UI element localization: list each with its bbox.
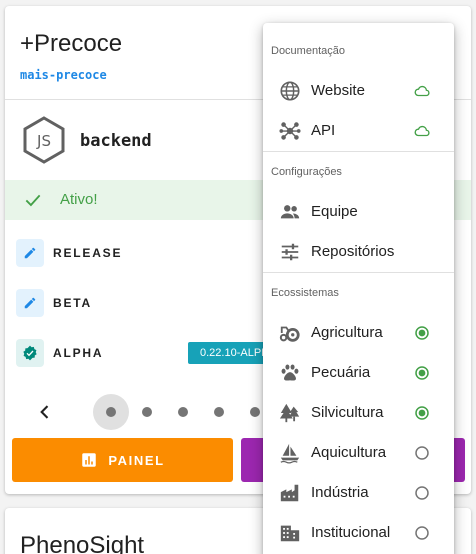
sailing-icon xyxy=(280,443,300,464)
channel-label: ALPHA xyxy=(53,346,104,360)
menu-item-equipe[interactable]: Equipe xyxy=(263,192,454,232)
menu-item-website[interactable]: Website xyxy=(263,71,454,111)
project-menu: Documentação Website API Configurações E… xyxy=(263,23,454,554)
channel-alpha: ALPHA xyxy=(16,339,216,367)
project-title: +Precoce xyxy=(20,30,123,57)
channel-beta: BETA xyxy=(16,289,216,317)
menu-item-institucional[interactable]: Institucional xyxy=(263,513,454,553)
tune-icon xyxy=(281,243,299,261)
menu-item-agricultura[interactable]: Agricultura xyxy=(263,313,454,353)
menu-item-label: Indústria xyxy=(311,484,369,501)
forest-icon xyxy=(279,403,300,423)
menu-item-aquicultura[interactable]: Aquicultura xyxy=(263,433,454,473)
painel-button-label: PAINEL xyxy=(108,452,165,468)
menu-section-header: Documentação xyxy=(271,45,345,57)
menu-item-pecuaria[interactable]: Pecuária xyxy=(263,353,454,393)
radio-checked-icon[interactable] xyxy=(413,324,431,342)
painel-button[interactable]: PAINEL xyxy=(12,438,233,482)
channel-label: RELEASE xyxy=(53,246,123,260)
pager-dot[interactable] xyxy=(250,407,260,417)
check-icon xyxy=(25,194,41,207)
pager-dot[interactable] xyxy=(178,407,188,417)
menu-divider xyxy=(263,151,454,152)
menu-item-label: Repositórios xyxy=(311,243,395,260)
cloud-outline-icon xyxy=(414,85,430,97)
pencil-icon[interactable] xyxy=(16,239,44,267)
agriculture-icon xyxy=(279,326,300,342)
pager-dot[interactable] xyxy=(142,407,152,417)
menu-item-label: Institucional xyxy=(311,524,391,541)
menu-divider xyxy=(263,272,454,273)
chart-bar-icon xyxy=(82,453,97,467)
globe-icon xyxy=(280,81,300,101)
channel-release: RELEASE xyxy=(16,239,216,267)
project-slug: mais-precoce xyxy=(20,68,107,82)
menu-item-label: Agricultura xyxy=(311,324,383,341)
status-text: Ativo! xyxy=(60,191,98,208)
chevron-left-icon[interactable] xyxy=(35,402,55,422)
menu-section-header: Ecossistemas xyxy=(271,287,339,299)
menu-item-label: Silvicultura xyxy=(311,404,384,421)
pager-dot[interactable] xyxy=(214,407,224,417)
menu-item-silvicultura[interactable]: Silvicultura xyxy=(263,393,454,433)
menu-item-label: Website xyxy=(311,82,365,99)
menu-item-repositorios[interactable]: Repositórios xyxy=(263,232,454,272)
cloud-outline-icon xyxy=(414,125,430,137)
radio-unchecked-icon[interactable] xyxy=(413,484,431,502)
svg-text:JS: JS xyxy=(36,132,51,150)
menu-item-api[interactable]: API xyxy=(263,111,454,151)
building-icon xyxy=(280,525,300,542)
verified-badge-icon xyxy=(16,339,44,367)
menu-section-header: Configurações xyxy=(271,166,342,178)
menu-item-label: Pecuária xyxy=(311,364,371,381)
menu-item-label: Aquicultura xyxy=(311,444,387,461)
service-name: backend xyxy=(80,131,152,151)
menu-item-industria[interactable]: Indústria xyxy=(263,473,454,513)
channel-label: BETA xyxy=(53,296,92,310)
radio-checked-icon[interactable] xyxy=(413,404,431,422)
nodejs-icon: JS xyxy=(23,116,65,164)
project-title: PhenoSight xyxy=(20,532,145,554)
menu-item-label: Equipe xyxy=(311,203,358,220)
people-icon xyxy=(280,205,300,219)
radio-unchecked-icon[interactable] xyxy=(413,444,431,462)
pencil-icon[interactable] xyxy=(16,289,44,317)
factory-icon xyxy=(280,484,299,502)
paw-icon xyxy=(281,364,299,381)
menu-item-label: API xyxy=(311,122,336,139)
api-icon xyxy=(279,122,301,140)
pager-dot[interactable] xyxy=(106,407,116,417)
radio-checked-icon[interactable] xyxy=(413,364,431,382)
radio-unchecked-icon[interactable] xyxy=(413,524,431,542)
